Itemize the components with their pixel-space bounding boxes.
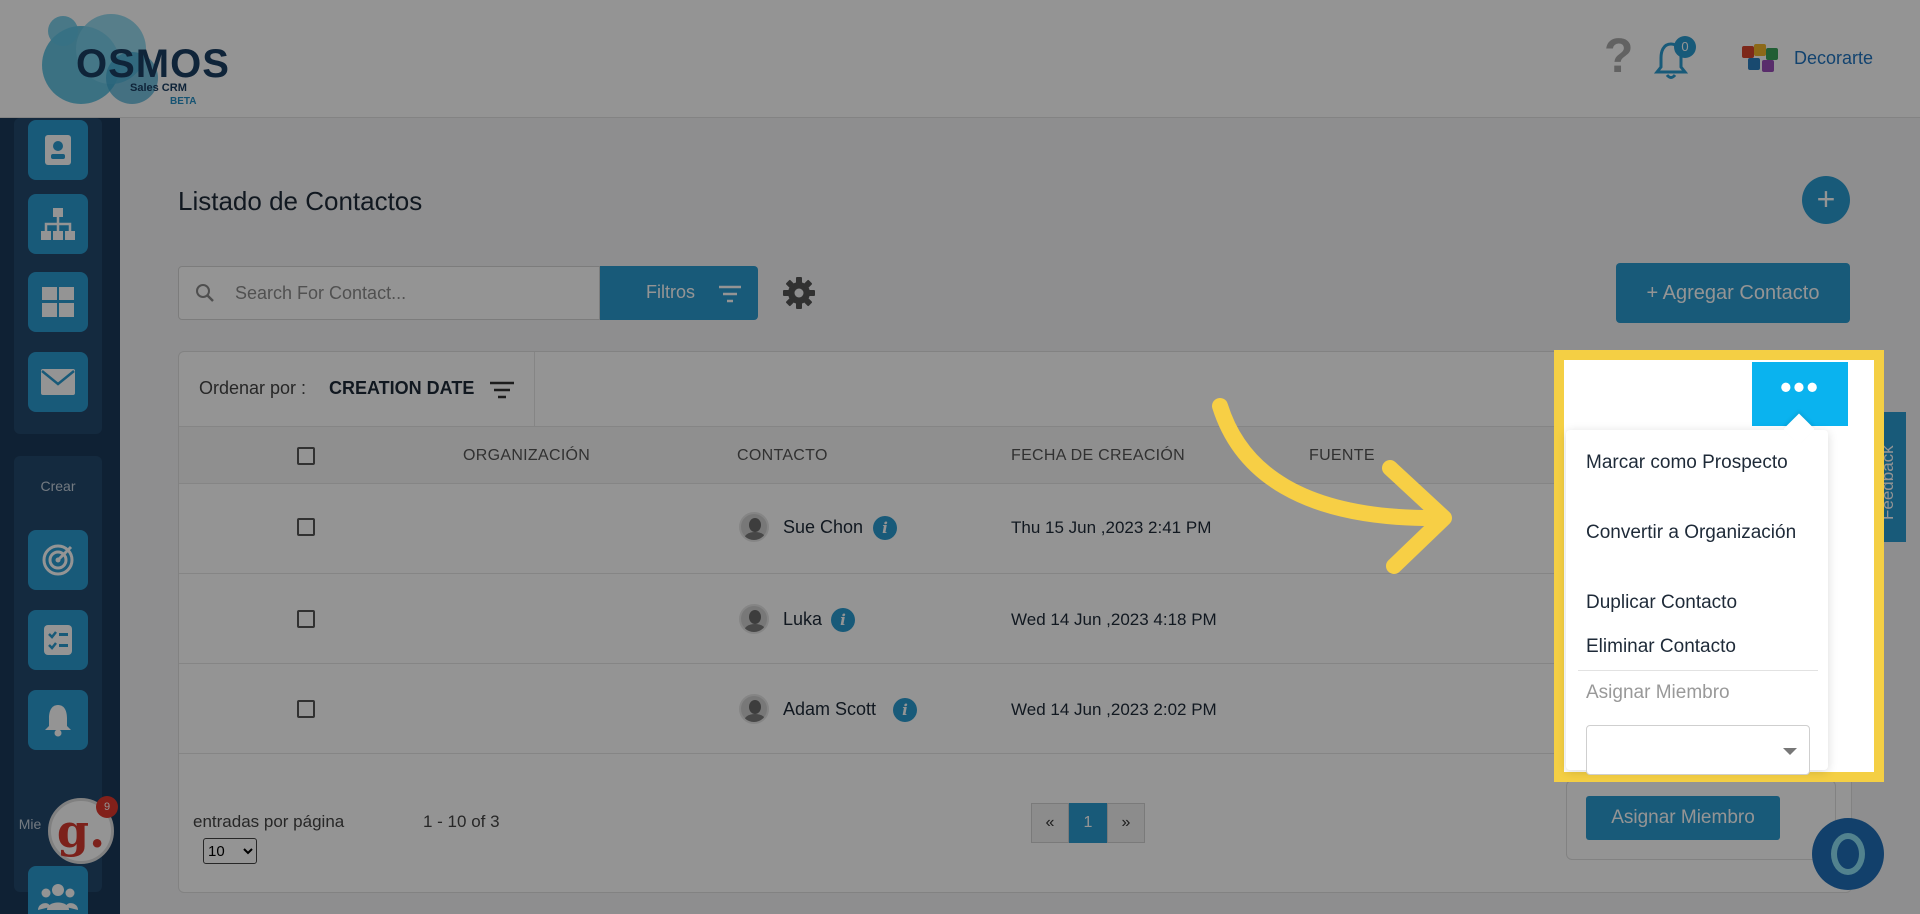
menu-item-convert-organization[interactable]: Convertir a Organización: [1586, 520, 1816, 546]
assign-member-label: Asignar Miembro: [1586, 682, 1730, 703]
menu-divider: [1578, 670, 1818, 671]
chevron-down-icon: [1783, 748, 1797, 755]
menu-item-mark-prospect[interactable]: Marcar como Prospecto: [1586, 450, 1816, 476]
actions-menu: Marcar como Prospecto Convertir a Organi…: [1566, 430, 1828, 775]
member-select[interactable]: [1586, 725, 1810, 775]
menu-item-delete-contact[interactable]: Eliminar Contacto: [1586, 634, 1816, 660]
tutorial-arrow-icon: [1212, 398, 1452, 574]
menu-item-duplicate-contact[interactable]: Duplicar Contacto: [1586, 590, 1816, 616]
